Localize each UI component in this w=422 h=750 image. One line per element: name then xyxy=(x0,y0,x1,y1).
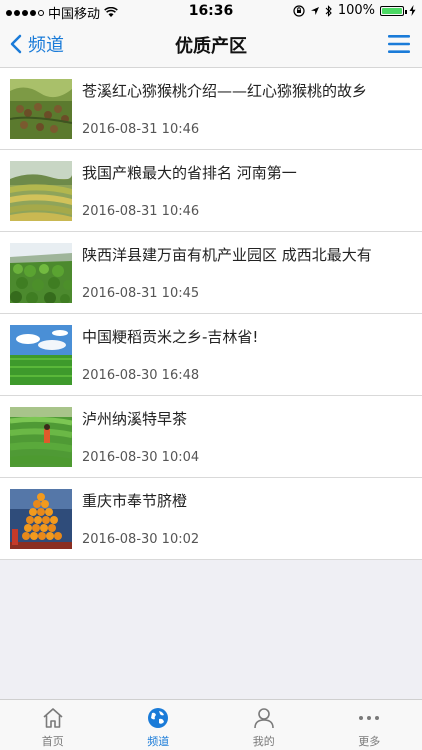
nav-bar: 频道 优质产区 xyxy=(0,22,422,68)
home-icon xyxy=(43,708,63,728)
article-title: 我国产粮最大的省排名 河南第一 xyxy=(82,164,297,182)
more-icon xyxy=(359,716,380,720)
bluetooth-icon xyxy=(325,4,332,17)
rotation-lock-icon xyxy=(293,4,305,17)
article-thumbnail xyxy=(10,325,72,385)
battery-percent: 100% xyxy=(337,3,375,18)
hamburger-menu-icon xyxy=(388,35,410,53)
article-thumbnail xyxy=(10,489,72,549)
article-title: 苍溪红心猕猴桃介绍——红心猕猴桃的故乡 xyxy=(82,82,368,100)
status-right: 100% xyxy=(293,3,416,18)
article-item[interactable]: 泸州纳溪特早茶 2016-08-30 10:04 xyxy=(0,396,422,478)
article-thumbnail xyxy=(10,243,72,303)
user-icon xyxy=(253,708,274,729)
tab-home[interactable]: 首页 xyxy=(0,700,106,750)
tab-more[interactable]: 更多 xyxy=(317,700,422,750)
status-bar: 中国移动 16:36 100% xyxy=(0,0,422,22)
article-title: 陕西洋县建万亩有机产业园区 成西北最大有 xyxy=(82,246,372,264)
menu-button[interactable] xyxy=(388,34,410,58)
article-item[interactable]: 陕西洋县建万亩有机产业园区 成西北最大有 2016-08-31 10:45 xyxy=(0,232,422,314)
tab-more-label: 更多 xyxy=(358,735,381,748)
article-item[interactable]: 重庆市奉节脐橙 2016-08-30 10:02 xyxy=(0,478,422,560)
globe-icon xyxy=(148,708,169,728)
article-title: 重庆市奉节脐橙 xyxy=(82,492,188,510)
page-title: 优质产区 xyxy=(175,36,247,57)
battery-icon xyxy=(380,5,407,16)
article-item[interactable]: 苍溪红心猕猴桃介绍——红心猕猴桃的故乡 2016-08-31 10:46 xyxy=(0,68,422,150)
article-title: 泸州纳溪特早茶 xyxy=(82,410,188,428)
article-date: 2016-08-31 10:45 xyxy=(82,286,200,301)
article-date: 2016-08-30 10:04 xyxy=(82,450,200,465)
tab-mine-label: 我的 xyxy=(252,735,275,748)
article-date: 2016-08-30 16:48 xyxy=(82,368,200,383)
article-item[interactable]: 中国粳稻贡米之乡-吉林省! 2016-08-30 16:48 xyxy=(0,314,422,396)
article-title: 中国粳稻贡米之乡-吉林省! xyxy=(82,328,259,346)
article-date: 2016-08-31 10:46 xyxy=(82,204,200,219)
tab-mine[interactable]: 我的 xyxy=(211,700,317,750)
article-item[interactable]: 我国产粮最大的省排名 河南第一 2016-08-31 10:46 xyxy=(0,150,422,232)
article-date: 2016-08-31 10:46 xyxy=(82,122,200,137)
article-thumbnail xyxy=(10,407,72,467)
tab-home-label: 首页 xyxy=(41,735,64,748)
article-thumbnail xyxy=(10,79,72,139)
tab-channel-label: 频道 xyxy=(147,735,170,748)
article-list: 苍溪红心猕猴桃介绍——红心猕猴桃的故乡 2016-08-31 10:46 我国产… xyxy=(0,68,422,560)
article-thumbnail xyxy=(10,161,72,221)
charging-icon xyxy=(409,5,416,16)
tab-channel[interactable]: 频道 xyxy=(106,700,212,750)
tab-bar: 首页 频道 我的 更多 xyxy=(0,699,422,750)
article-date: 2016-08-30 10:02 xyxy=(82,532,200,547)
location-icon xyxy=(310,6,319,15)
